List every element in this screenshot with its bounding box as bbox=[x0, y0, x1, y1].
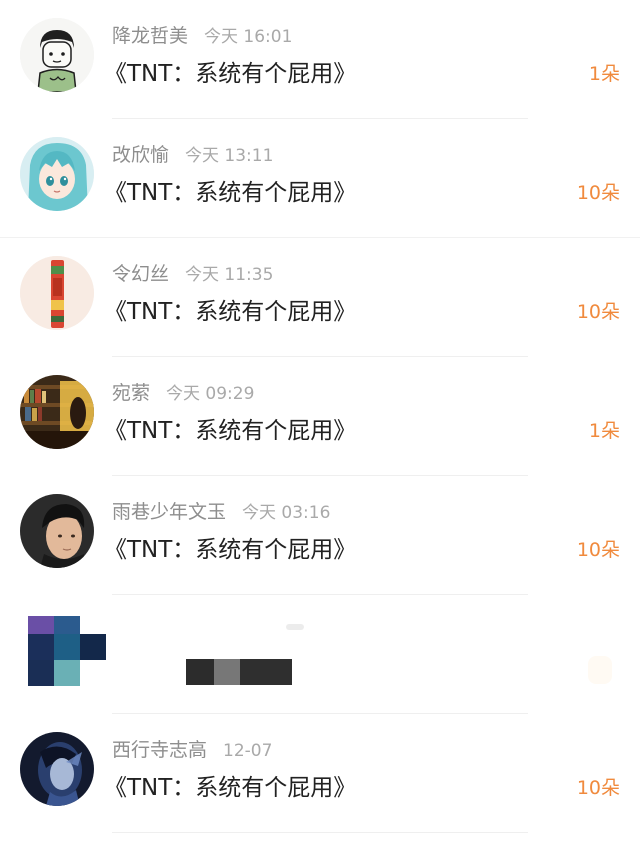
flower-count: 1朵 bbox=[588, 420, 620, 442]
comment-item[interactable]: 降龙哲美 今天 16:01 《TNT：系统有个屁用》 1朵 bbox=[0, 0, 640, 119]
comment-text[interactable]: 《TNT：系统有个屁用》 bbox=[104, 174, 356, 212]
avatar[interactable] bbox=[20, 375, 94, 449]
user-name[interactable]: 令幻丝 bbox=[112, 263, 169, 285]
comment-time: 今天 16:01 bbox=[204, 27, 293, 47]
flower-count: 1朵 bbox=[588, 63, 620, 85]
comment-time: 今天 09:29 bbox=[166, 384, 255, 404]
comment-meta: 宛萦 今天 09:29 bbox=[112, 379, 254, 407]
user-name[interactable]: 西行寺志高 bbox=[112, 739, 207, 761]
comment-meta: 令幻丝 今天 11:35 bbox=[112, 260, 273, 288]
comment-meta: 西行寺志高 12-07 bbox=[112, 736, 272, 764]
flower-count: 10朵 bbox=[576, 777, 620, 799]
user-name[interactable]: 雨巷少年文玉 bbox=[112, 501, 226, 523]
comment-time: 12-07 bbox=[223, 741, 273, 761]
man-portrait-avatar-icon bbox=[20, 494, 94, 568]
comment-time: 今天 13:11 bbox=[185, 146, 274, 166]
user-name[interactable]: 降龙哲美 bbox=[112, 25, 188, 47]
blurred-time-marker bbox=[286, 624, 304, 630]
comment-time: 今天 03:16 bbox=[242, 503, 331, 523]
avatar[interactable] bbox=[20, 18, 94, 92]
comment-item[interactable]: 宛萦 今天 09:29 《TNT：系统有个屁用》 1朵 bbox=[0, 357, 640, 476]
comment-meta: 雨巷少年文玉 今天 03:16 bbox=[112, 498, 330, 526]
avatar[interactable] bbox=[20, 256, 94, 330]
comment-text[interactable]: 《TNT：系统有个屁用》 bbox=[104, 769, 356, 807]
anime-girl-avatar-icon bbox=[20, 137, 94, 211]
comment-item[interactable]: 雨巷少年文玉 今天 03:16 《TNT：系统有个屁用》 10朵 bbox=[0, 476, 640, 595]
bookstore-avatar-icon bbox=[20, 375, 94, 449]
flower-count: 10朵 bbox=[576, 182, 620, 204]
avatar[interactable] bbox=[20, 732, 94, 806]
comment-list: 降龙哲美 今天 16:01 《TNT：系统有个屁用》 1朵 改欣愉 今天 13:11… bbox=[0, 0, 640, 844]
comment-item[interactable]: 西行寺志高 12-07 《TNT：系统有个屁用》 10朵 bbox=[0, 714, 640, 833]
mosaic-avatar-icon bbox=[28, 616, 106, 686]
comment-meta: 降龙哲美 今天 16:01 bbox=[112, 22, 292, 50]
comment-text[interactable]: 《TNT：系统有个屁用》 bbox=[104, 55, 356, 93]
comment-text[interactable]: 《TNT：系统有个屁用》 bbox=[104, 531, 356, 569]
divider bbox=[112, 832, 528, 833]
blue-figure-avatar-icon bbox=[20, 732, 94, 806]
avatar[interactable] bbox=[20, 137, 94, 211]
comment-text[interactable]: 《TNT：系统有个屁用》 bbox=[104, 412, 356, 450]
blurred-count-badge bbox=[588, 656, 612, 684]
comment-time: 今天 11:35 bbox=[185, 265, 274, 285]
user-name[interactable]: 改欣愉 bbox=[112, 144, 169, 166]
flower-count: 10朵 bbox=[576, 301, 620, 323]
comment-meta: 改欣愉 今天 13:11 bbox=[112, 141, 273, 169]
red-bookmark-avatar-icon bbox=[20, 256, 94, 330]
comment-item[interactable]: 令幻丝 今天 11:35 《TNT：系统有个屁用》 10朵 bbox=[0, 238, 640, 357]
user-name[interactable]: 宛萦 bbox=[112, 382, 150, 404]
comment-item[interactable]: 改欣愉 今天 13:11 《TNT：系统有个屁用》 10朵 bbox=[0, 119, 640, 238]
redacted-text-block bbox=[186, 659, 292, 685]
cartoon-boy-avatar-icon bbox=[20, 18, 94, 92]
flower-count: 10朵 bbox=[576, 539, 620, 561]
avatar[interactable] bbox=[20, 494, 94, 568]
comment-text[interactable]: 《TNT：系统有个屁用》 bbox=[104, 293, 356, 331]
